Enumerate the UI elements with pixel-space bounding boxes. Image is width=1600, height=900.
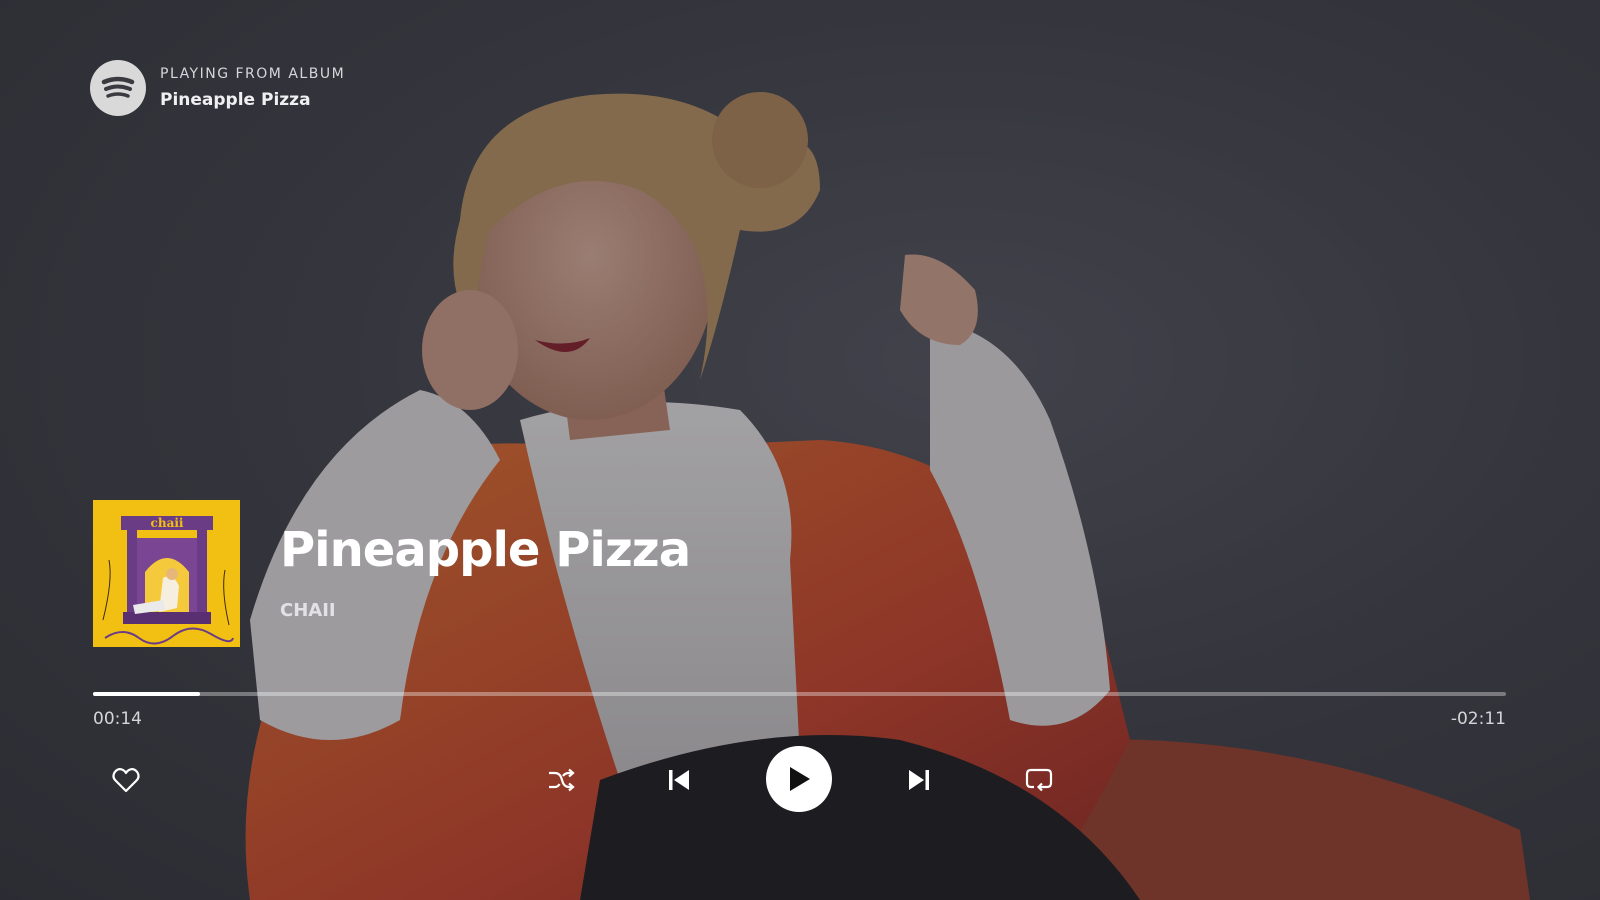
track-artist[interactable]: CHAII <box>280 600 336 621</box>
shuffle-button[interactable] <box>545 765 577 795</box>
track-title: Pineapple Pizza <box>280 522 691 578</box>
skip-previous-icon <box>669 770 689 790</box>
repeat-button[interactable] <box>1023 765 1055 795</box>
now-playing-screen: PLAYING FROM ALBUM Pineapple Pizza chaii <box>0 0 1600 900</box>
spotify-logo-icon <box>90 60 146 116</box>
repeat-icon <box>1025 768 1053 792</box>
previous-button[interactable] <box>664 766 694 794</box>
progress-bar[interactable] <box>93 692 1506 696</box>
time-elapsed: 00:14 <box>93 709 142 729</box>
heart-outline-icon <box>112 768 140 793</box>
playing-context-label: PLAYING FROM ALBUM <box>160 66 346 82</box>
play-icon <box>790 767 810 791</box>
album-art: chaii <box>93 500 240 647</box>
playing-context: PLAYING FROM ALBUM Pineapple Pizza <box>90 60 345 116</box>
skip-next-icon <box>909 770 929 790</box>
album-art-text: chaii <box>151 516 184 530</box>
progress-bar-fill <box>93 692 201 696</box>
time-remaining: -02:11 <box>1450 709 1506 729</box>
like-button[interactable] <box>110 764 142 796</box>
playing-context-name[interactable]: Pineapple Pizza <box>160 90 345 110</box>
shuffle-icon <box>549 768 575 792</box>
play-button[interactable] <box>766 746 832 812</box>
next-button[interactable] <box>904 766 934 794</box>
